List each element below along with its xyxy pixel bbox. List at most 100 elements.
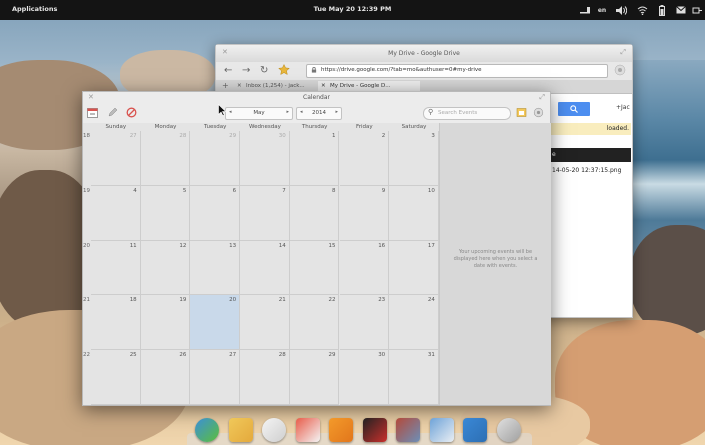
midori-icon[interactable] — [195, 418, 219, 442]
photos-icon[interactable] — [396, 418, 420, 442]
day-cell[interactable]: 23 — [339, 295, 390, 351]
day-cell[interactable]: 30 — [339, 350, 390, 405]
next-month-icon[interactable]: ▸ — [286, 109, 289, 115]
day-cell[interactable]: 2 — [339, 131, 390, 186]
mouse-pointer-icon — [218, 104, 226, 116]
day-cell[interactable]: 11 — [91, 240, 141, 296]
mail-icon[interactable] — [228, 418, 253, 442]
day-cell[interactable]: 5 — [140, 185, 191, 241]
day-cell[interactable]: 17 — [389, 240, 439, 296]
day-cell[interactable]: 13 — [190, 240, 241, 296]
calendar-titlebar[interactable]: ✕ Calendar ⤢ — [83, 92, 550, 103]
edit-event-icon[interactable] — [107, 107, 118, 118]
applications-menu[interactable]: Applications — [12, 5, 57, 13]
notifications-icon[interactable] — [262, 418, 286, 442]
delete-event-icon[interactable] — [126, 107, 137, 118]
day-cell[interactable]: 25 — [91, 350, 141, 405]
day-number: 1 — [331, 133, 336, 139]
day-number: 29 — [328, 352, 336, 359]
day-number: 11 — [129, 242, 137, 249]
day-number: 13 — [229, 242, 237, 249]
back-icon[interactable]: ← — [224, 65, 232, 77]
day-cell[interactable]: 4 — [91, 185, 141, 241]
week-number: 21 — [83, 297, 90, 304]
url-field[interactable]: https://drive.google.com/?tab=mo&authuse… — [306, 64, 608, 78]
power-icon[interactable] — [691, 4, 703, 16]
reload-icon[interactable]: ↻ — [260, 65, 268, 77]
day-number: 17 — [427, 242, 435, 249]
weekday-header: Monday — [154, 124, 177, 130]
settings-icon[interactable] — [496, 418, 521, 442]
day-cell[interactable]: 31 — [389, 350, 439, 405]
menu-icon[interactable] — [614, 64, 626, 80]
search-events-input[interactable]: ⚲ Search Events — [423, 107, 511, 120]
year-spinner[interactable]: ◂ 2014 ▸ — [296, 107, 342, 120]
day-cell[interactable]: 19 — [140, 295, 191, 351]
maximize-icon[interactable]: ⤢ — [539, 93, 545, 102]
files-icon[interactable] — [429, 418, 454, 442]
drive-notice: loaded. — [550, 123, 631, 135]
week-number: 19 — [83, 187, 90, 194]
day-cell[interactable]: 22 — [289, 295, 340, 351]
day-cell[interactable]: 6 — [190, 185, 241, 241]
day-number: 15 — [328, 242, 336, 249]
day-cell[interactable]: 28 — [240, 350, 290, 405]
day-cell[interactable]: 20 — [190, 295, 241, 351]
day-number: 8 — [331, 187, 336, 194]
weekday-header: Tuesday — [204, 124, 227, 130]
day-cell[interactable]: 3 — [389, 131, 439, 186]
day-cell[interactable]: 24 — [389, 295, 439, 351]
keyboard-layout-indicator[interactable]: en — [595, 4, 609, 16]
forward-icon[interactable]: → — [242, 65, 250, 77]
drive-file-item[interactable]: 14-05-20 12:37:15.png — [552, 167, 621, 174]
day-cell[interactable]: 30 — [240, 131, 290, 186]
day-cell[interactable]: 1 — [289, 131, 340, 186]
day-cell[interactable]: 12 — [140, 240, 191, 296]
day-cell[interactable]: 9 — [339, 185, 390, 241]
bookmark-icon[interactable] — [278, 63, 290, 79]
day-cell[interactable]: 29 — [289, 350, 340, 405]
day-number: 23 — [378, 297, 386, 304]
videos-icon[interactable] — [362, 418, 387, 442]
day-number: 18 — [129, 297, 137, 304]
day-number: 9 — [381, 187, 386, 194]
day-number: 3 — [431, 133, 435, 139]
drive-header-text: e — [552, 151, 556, 158]
add-event-icon[interactable] — [87, 107, 98, 118]
day-cell[interactable]: 7 — [240, 185, 290, 241]
battery-icon[interactable] — [656, 4, 668, 16]
day-cell[interactable]: 15 — [289, 240, 340, 296]
next-year-icon[interactable]: ▸ — [335, 109, 338, 115]
drive-search-button[interactable] — [558, 102, 590, 116]
day-cell[interactable]: 26 — [140, 350, 191, 405]
wifi-icon[interactable] — [635, 4, 649, 16]
calendar-icon[interactable] — [295, 418, 320, 442]
browser-titlebar[interactable]: ✕ My Drive - Google Drive ⤢ — [216, 45, 632, 63]
calendar-toolbar: ◂ May ▸ ◂ 2014 ▸ ⚲ Search Events — [83, 103, 550, 123]
day-cell[interactable]: 21 — [240, 295, 290, 351]
day-cell[interactable]: 14 — [240, 240, 290, 296]
day-cell[interactable]: 27 — [190, 350, 241, 405]
day-cell[interactable]: 10 — [389, 185, 439, 241]
day-cell[interactable]: 16 — [339, 240, 390, 296]
network-icon[interactable] — [578, 4, 592, 16]
day-cell[interactable]: 8 — [289, 185, 340, 241]
volume-icon[interactable] — [614, 4, 628, 16]
music-icon[interactable] — [329, 418, 353, 442]
day-number: 27 — [129, 133, 137, 139]
mail-indicator-icon[interactable] — [674, 4, 688, 16]
clock[interactable]: Tue May 20 12:39 PM — [314, 5, 392, 13]
settings-icon[interactable] — [533, 107, 544, 118]
day-cell[interactable]: 27 — [91, 131, 141, 186]
maximize-icon[interactable]: ⤢ — [620, 48, 626, 57]
day-cell[interactable]: 28 — [140, 131, 191, 186]
lock-icon — [311, 67, 317, 73]
week-number: 18 — [83, 133, 90, 139]
downloads-icon[interactable] — [463, 418, 487, 442]
day-cell[interactable]: 18 — [91, 295, 141, 351]
calendar-sources-icon[interactable] — [516, 107, 527, 118]
year-value: 2014 — [312, 110, 326, 116]
day-cell[interactable]: 29 — [190, 131, 241, 186]
month-spinner[interactable]: ◂ May ▸ — [225, 107, 293, 120]
drive-user-link[interactable]: +Jac — [616, 104, 631, 111]
